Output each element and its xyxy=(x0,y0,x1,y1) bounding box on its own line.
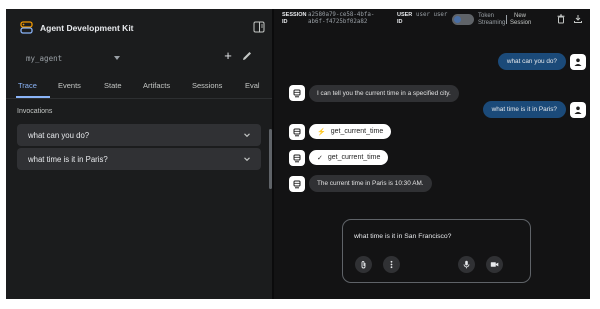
session-id-label: SESSION ID xyxy=(282,12,307,25)
user-avatar xyxy=(570,54,586,70)
edit-pencil-icon[interactable] xyxy=(240,49,254,63)
dropdown-caret-icon xyxy=(114,56,120,60)
bot-avatar xyxy=(289,85,305,101)
tab-eval[interactable]: Eval xyxy=(245,79,260,99)
microphone-button[interactable] xyxy=(458,256,475,273)
invocation-item[interactable]: what can you do? xyxy=(17,124,261,146)
user-id-value: user user xyxy=(416,12,448,18)
message-composer: what time is it in San Francisco? xyxy=(342,219,531,283)
panel-tabs: Trace Events State Artifacts Sessions Ev… xyxy=(6,79,272,99)
tab-state[interactable]: State xyxy=(104,79,122,99)
robot-icon xyxy=(293,154,301,163)
microphone-icon xyxy=(463,260,470,269)
bot-avatar xyxy=(289,124,305,140)
check-icon: ✓ xyxy=(317,154,323,162)
function-call-name: get_current_time xyxy=(330,128,384,135)
user-message: what can you do? xyxy=(497,53,566,70)
more-options-button[interactable] xyxy=(383,256,400,273)
toggle-knob xyxy=(454,16,461,23)
session-id-value: a2580a79-ce58-4bfa- ab6f-f4725bf02a82 xyxy=(308,12,375,25)
bot-message: The current time in Paris is 10:30 AM. xyxy=(309,175,432,192)
robot-icon xyxy=(293,89,301,98)
tab-artifacts[interactable]: Artifacts xyxy=(143,79,170,99)
app-title: Agent Development Kit xyxy=(40,22,134,33)
invocations-heading: Invocations xyxy=(17,108,53,115)
tabs-divider xyxy=(6,98,272,99)
more-vert-icon xyxy=(390,260,393,269)
app-window: Agent Development Kit my_agent + Trace E… xyxy=(6,9,590,299)
download-icon[interactable] xyxy=(573,14,583,24)
token-streaming-label: Token Streaming xyxy=(478,13,506,26)
chevron-down-icon xyxy=(244,133,250,138)
toggle-sidebar-icon[interactable] xyxy=(253,21,265,33)
chat-panel: SESSION ID a2580a79-ce58-4bfa- ab6f-f472… xyxy=(274,9,590,299)
chevron-down-icon xyxy=(244,157,250,162)
toolbar-separator xyxy=(506,15,507,24)
attach-button[interactable] xyxy=(355,256,372,273)
tab-sessions[interactable]: Sessions xyxy=(192,79,222,99)
message-input[interactable]: what time is it in San Francisco? xyxy=(354,233,451,240)
agent-select[interactable]: my_agent xyxy=(20,48,128,68)
invocation-item[interactable]: what time is it in Paris? xyxy=(17,148,261,170)
side-panel: Agent Development Kit my_agent + Trace E… xyxy=(6,9,272,299)
robot-icon xyxy=(293,128,301,137)
user-message: what time is it in Paris? xyxy=(482,101,566,118)
user-icon xyxy=(574,106,582,114)
invocation-label: what time is it in Paris? xyxy=(28,154,108,164)
user-avatar xyxy=(570,102,586,118)
invocation-label: what can you do? xyxy=(28,130,90,140)
paperclip-icon xyxy=(361,261,366,269)
bot-avatar xyxy=(289,176,305,192)
session-bar: SESSION ID a2580a79-ce58-4bfa- ab6f-f472… xyxy=(274,9,590,37)
trash-icon[interactable] xyxy=(556,14,566,24)
bolt-icon: ⚡ xyxy=(317,128,326,136)
videocam-icon xyxy=(490,262,499,267)
token-streaming-toggle[interactable] xyxy=(452,14,474,25)
new-session-button[interactable]: New Session xyxy=(510,13,531,27)
robot-icon xyxy=(293,180,301,189)
agent-select-value: my_agent xyxy=(26,53,63,63)
video-button[interactable] xyxy=(486,256,503,273)
tab-events[interactable]: Events xyxy=(58,79,81,99)
user-id-label: USER ID xyxy=(397,12,413,25)
function-response-chip[interactable]: ✓ get_current_time xyxy=(309,150,389,165)
user-icon xyxy=(574,58,582,66)
function-call-chip[interactable]: ⚡ get_current_time xyxy=(309,124,392,139)
adk-logo-icon xyxy=(20,21,33,34)
bot-message: I can tell you the current time in a spe… xyxy=(309,85,459,102)
function-response-name: get_current_time xyxy=(327,154,381,161)
brand: Agent Development Kit xyxy=(20,21,134,34)
bot-avatar xyxy=(289,150,305,166)
add-agent-button[interactable]: + xyxy=(221,49,235,63)
